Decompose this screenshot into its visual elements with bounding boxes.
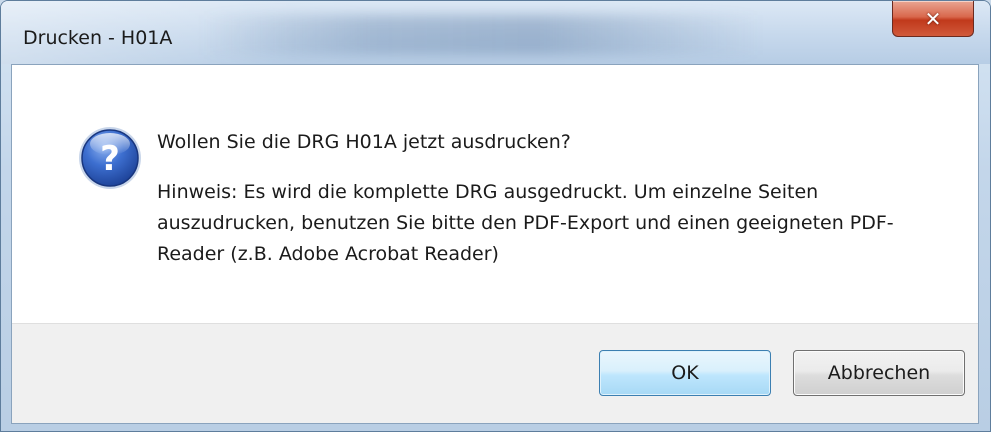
- title-bar[interactable]: Drucken - H01A ✕: [1, 1, 990, 64]
- close-button[interactable]: ✕: [892, 1, 974, 37]
- print-dialog-window: Drucken - H01A ✕ ? Wollen Sie die DRG H0…: [0, 0, 991, 432]
- question-icon: ?: [79, 127, 141, 189]
- cancel-button[interactable]: Abbrechen: [793, 350, 965, 396]
- window-title: Drucken - H01A: [23, 27, 173, 49]
- hint-text: Hinweis: Es wird die komplette DRG ausge…: [157, 181, 894, 265]
- title-bar-background: [201, 15, 761, 55]
- main-instruction-text: Wollen Sie die DRG H01A jetzt ausdrucken…: [157, 131, 571, 153]
- dialog-client-area: ? Wollen Sie die DRG H01A jetzt ausdruck…: [11, 64, 979, 424]
- svg-text:?: ?: [100, 139, 120, 179]
- ok-button[interactable]: OK: [599, 350, 771, 396]
- button-bar: OK Abbrechen: [12, 323, 978, 423]
- close-icon: ✕: [924, 6, 942, 31]
- message-area: ? Wollen Sie die DRG H01A jetzt ausdruck…: [12, 65, 978, 326]
